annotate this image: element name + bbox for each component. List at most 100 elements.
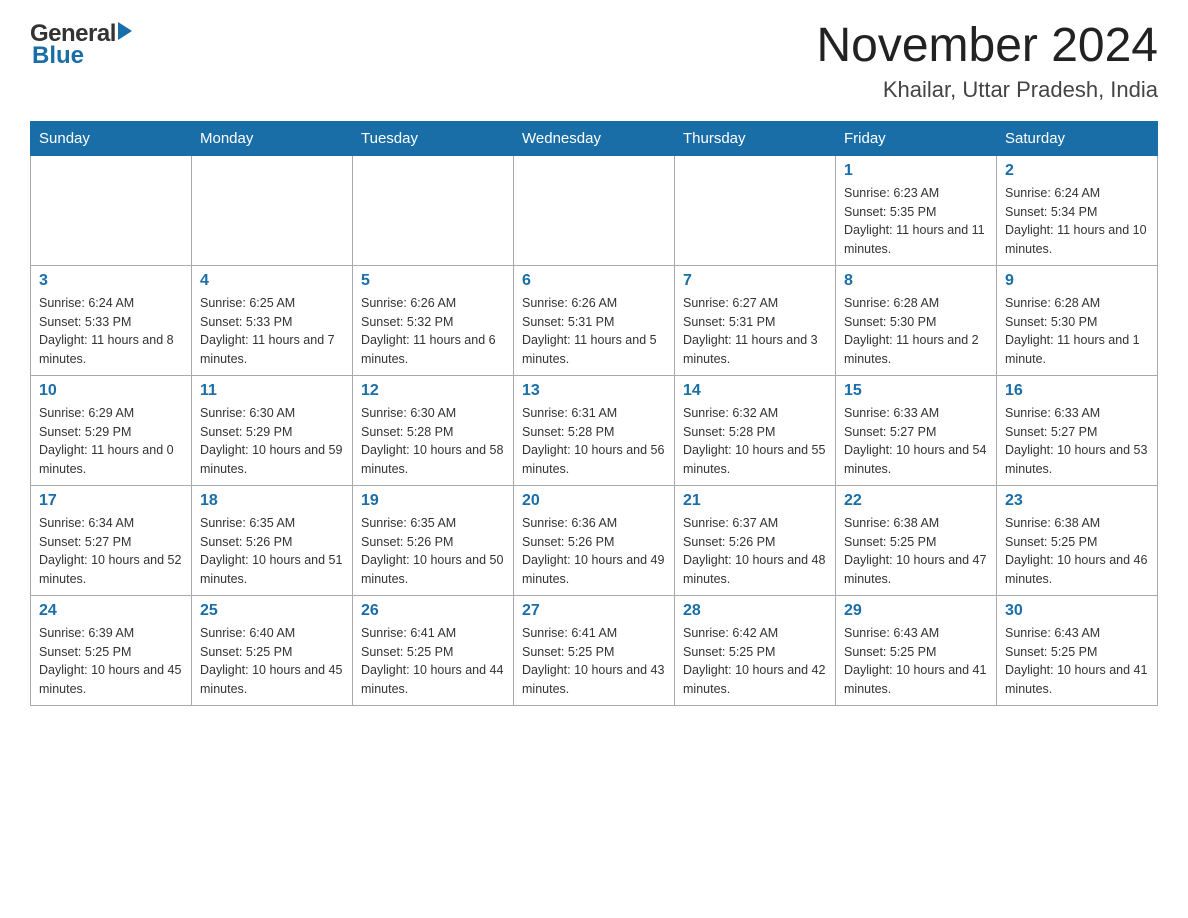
calendar-cell: 18 Sunrise: 6:35 AMSunset: 5:26 PMDayligh… xyxy=(192,485,353,595)
week-row-5: 24 Sunrise: 6:39 AMSunset: 5:25 PMDayligh… xyxy=(31,595,1158,705)
day-info: Sunrise: 6:32 AMSunset: 5:28 PMDaylight:… xyxy=(683,404,827,479)
day-info: Sunrise: 6:37 AMSunset: 5:26 PMDaylight:… xyxy=(683,514,827,589)
week-row-1: 1 Sunrise: 6:23 AMSunset: 5:35 PMDaylight… xyxy=(31,155,1158,265)
calendar-cell: 16Sunrise: 6:33 AMSunset: 5:27 PMDayligh… xyxy=(997,375,1158,485)
calendar-cell: 2 Sunrise: 6:24 AMSunset: 5:34 PMDaylight… xyxy=(997,155,1158,265)
day-info: Sunrise: 6:33 AMSunset: 5:27 PMDaylight:… xyxy=(844,404,988,479)
day-info: Sunrise: 6:26 AMSunset: 5:31 PMDaylight:… xyxy=(522,294,666,369)
calendar-cell: 13 Sunrise: 6:31 AMSunset: 5:28 PMDayligh… xyxy=(514,375,675,485)
day-info: Sunrise: 6:33 AMSunset: 5:27 PMDaylight:… xyxy=(1005,404,1149,479)
weekday-header-row: SundayMondayTuesdayWednesdayThursdayFrid… xyxy=(31,121,1158,155)
day-info: Sunrise: 6:27 AMSunset: 5:31 PMDaylight:… xyxy=(683,294,827,369)
day-number: 10 xyxy=(39,382,183,400)
day-info: Sunrise: 6:41 AMSunset: 5:25 PMDaylight:… xyxy=(361,624,505,699)
calendar-cell: 8 Sunrise: 6:28 AMSunset: 5:30 PMDaylight… xyxy=(836,265,997,375)
day-info: Sunrise: 6:38 AMSunset: 5:25 PMDaylight:… xyxy=(844,514,988,589)
day-number: 26 xyxy=(361,602,505,620)
calendar-cell: 25Sunrise: 6:40 AMSunset: 5:25 PMDayligh… xyxy=(192,595,353,705)
day-number: 9 xyxy=(1005,272,1149,290)
day-info: Sunrise: 6:23 AMSunset: 5:35 PMDaylight:… xyxy=(844,184,988,259)
day-info: Sunrise: 6:25 AMSunset: 5:33 PMDaylight:… xyxy=(200,294,344,369)
weekday-header-tuesday: Tuesday xyxy=(353,121,514,155)
day-info: Sunrise: 6:26 AMSunset: 5:32 PMDaylight:… xyxy=(361,294,505,369)
day-number: 17 xyxy=(39,492,183,510)
calendar-table: SundayMondayTuesdayWednesdayThursdayFrid… xyxy=(30,121,1158,706)
day-info: Sunrise: 6:43 AMSunset: 5:25 PMDaylight:… xyxy=(844,624,988,699)
calendar-cell: 19 Sunrise: 6:35 AMSunset: 5:26 PMDayligh… xyxy=(353,485,514,595)
day-info: Sunrise: 6:40 AMSunset: 5:25 PMDaylight:… xyxy=(200,624,344,699)
day-info: Sunrise: 6:38 AMSunset: 5:25 PMDaylight:… xyxy=(1005,514,1149,589)
day-number: 5 xyxy=(361,272,505,290)
weekday-header-monday: Monday xyxy=(192,121,353,155)
calendar-cell: 11Sunrise: 6:30 AMSunset: 5:29 PMDayligh… xyxy=(192,375,353,485)
calendar-cell: 7 Sunrise: 6:27 AMSunset: 5:31 PMDaylight… xyxy=(675,265,836,375)
calendar-cell xyxy=(192,155,353,265)
month-title: November 2024 xyxy=(816,20,1158,73)
calendar-cell: 6 Sunrise: 6:26 AMSunset: 5:31 PMDaylight… xyxy=(514,265,675,375)
calendar-cell: 30Sunrise: 6:43 AMSunset: 5:25 PMDayligh… xyxy=(997,595,1158,705)
calendar-cell: 24 Sunrise: 6:39 AMSunset: 5:25 PMDayligh… xyxy=(31,595,192,705)
calendar-cell: 4Sunrise: 6:25 AMSunset: 5:33 PMDaylight… xyxy=(192,265,353,375)
logo-arrow-icon xyxy=(118,22,132,40)
calendar-cell: 15 Sunrise: 6:33 AMSunset: 5:27 PMDayligh… xyxy=(836,375,997,485)
calendar-cell: 22 Sunrise: 6:38 AMSunset: 5:25 PMDayligh… xyxy=(836,485,997,595)
day-number: 22 xyxy=(844,492,988,510)
day-number: 18 xyxy=(200,492,344,510)
calendar-cell: 23 Sunrise: 6:38 AMSunset: 5:25 PMDayligh… xyxy=(997,485,1158,595)
calendar-cell: 1 Sunrise: 6:23 AMSunset: 5:35 PMDaylight… xyxy=(836,155,997,265)
day-number: 28 xyxy=(683,602,827,620)
day-number: 14 xyxy=(683,382,827,400)
day-info: Sunrise: 6:43 AMSunset: 5:25 PMDaylight:… xyxy=(1005,624,1149,699)
day-number: 6 xyxy=(522,272,666,290)
day-info: Sunrise: 6:31 AMSunset: 5:28 PMDaylight:… xyxy=(522,404,666,479)
day-number: 29 xyxy=(844,602,988,620)
calendar-cell: 9 Sunrise: 6:28 AMSunset: 5:30 PMDaylight… xyxy=(997,265,1158,375)
day-info: Sunrise: 6:35 AMSunset: 5:26 PMDaylight:… xyxy=(200,514,344,589)
day-info: Sunrise: 6:35 AMSunset: 5:26 PMDaylight:… xyxy=(361,514,505,589)
day-number: 13 xyxy=(522,382,666,400)
calendar-cell: 17 Sunrise: 6:34 AMSunset: 5:27 PMDayligh… xyxy=(31,485,192,595)
calendar-cell xyxy=(353,155,514,265)
day-number: 23 xyxy=(1005,492,1149,510)
weekday-header-saturday: Saturday xyxy=(997,121,1158,155)
day-number: 19 xyxy=(361,492,505,510)
calendar-cell: 27 Sunrise: 6:41 AMSunset: 5:25 PMDayligh… xyxy=(514,595,675,705)
day-info: Sunrise: 6:30 AMSunset: 5:28 PMDaylight:… xyxy=(361,404,505,479)
day-info: Sunrise: 6:28 AMSunset: 5:30 PMDaylight:… xyxy=(844,294,988,369)
day-info: Sunrise: 6:41 AMSunset: 5:25 PMDaylight:… xyxy=(522,624,666,699)
weekday-header-sunday: Sunday xyxy=(31,121,192,155)
calendar-cell: 28 Sunrise: 6:42 AMSunset: 5:25 PMDayligh… xyxy=(675,595,836,705)
day-number: 2 xyxy=(1005,162,1149,180)
day-info: Sunrise: 6:24 AMSunset: 5:34 PMDaylight:… xyxy=(1005,184,1149,259)
day-info: Sunrise: 6:29 AMSunset: 5:29 PMDaylight:… xyxy=(39,404,183,479)
weekday-header-thursday: Thursday xyxy=(675,121,836,155)
day-number: 1 xyxy=(844,162,988,180)
day-number: 8 xyxy=(844,272,988,290)
day-number: 21 xyxy=(683,492,827,510)
week-row-2: 3Sunrise: 6:24 AMSunset: 5:33 PMDaylight… xyxy=(31,265,1158,375)
calendar-cell xyxy=(31,155,192,265)
calendar-cell: 26 Sunrise: 6:41 AMSunset: 5:25 PMDayligh… xyxy=(353,595,514,705)
weekday-header-friday: Friday xyxy=(836,121,997,155)
day-number: 24 xyxy=(39,602,183,620)
day-info: Sunrise: 6:24 AMSunset: 5:33 PMDaylight:… xyxy=(39,294,183,369)
logo-blue-text: Blue xyxy=(30,42,84,70)
day-number: 11 xyxy=(200,382,344,400)
week-row-3: 10 Sunrise: 6:29 AMSunset: 5:29 PMDayligh… xyxy=(31,375,1158,485)
logo: General Blue xyxy=(30,20,132,70)
calendar-cell: 21 Sunrise: 6:37 AMSunset: 5:26 PMDayligh… xyxy=(675,485,836,595)
calendar-cell: 5 Sunrise: 6:26 AMSunset: 5:32 PMDaylight… xyxy=(353,265,514,375)
week-row-4: 17 Sunrise: 6:34 AMSunset: 5:27 PMDayligh… xyxy=(31,485,1158,595)
calendar-cell: 10 Sunrise: 6:29 AMSunset: 5:29 PMDayligh… xyxy=(31,375,192,485)
day-info: Sunrise: 6:42 AMSunset: 5:25 PMDaylight:… xyxy=(683,624,827,699)
day-number: 27 xyxy=(522,602,666,620)
day-info: Sunrise: 6:28 AMSunset: 5:30 PMDaylight:… xyxy=(1005,294,1149,369)
day-number: 7 xyxy=(683,272,827,290)
day-number: 15 xyxy=(844,382,988,400)
day-info: Sunrise: 6:39 AMSunset: 5:25 PMDaylight:… xyxy=(39,624,183,699)
day-info: Sunrise: 6:34 AMSunset: 5:27 PMDaylight:… xyxy=(39,514,183,589)
calendar-cell: 20Sunrise: 6:36 AMSunset: 5:26 PMDayligh… xyxy=(514,485,675,595)
calendar-cell: 29 Sunrise: 6:43 AMSunset: 5:25 PMDayligh… xyxy=(836,595,997,705)
calendar-cell xyxy=(514,155,675,265)
calendar-cell: 3Sunrise: 6:24 AMSunset: 5:33 PMDaylight… xyxy=(31,265,192,375)
